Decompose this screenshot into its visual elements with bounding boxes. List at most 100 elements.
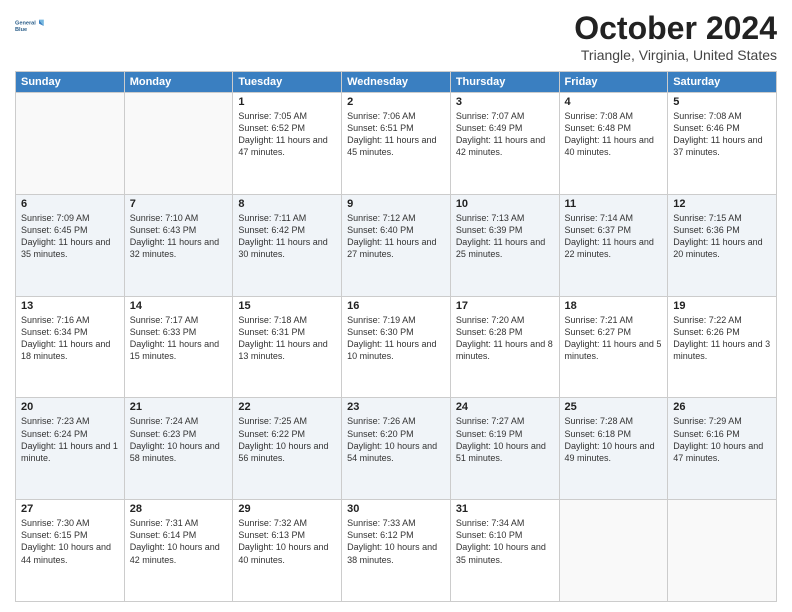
- day-header-sunday: Sunday: [16, 72, 125, 93]
- calendar-cell: [668, 500, 777, 602]
- calendar-cell: 21 Sunrise: 7:24 AM Sunset: 6:23 PM Dayli…: [124, 398, 233, 500]
- calendar-cell: 30 Sunrise: 7:33 AM Sunset: 6:12 PM Dayli…: [342, 500, 451, 602]
- day-number: 8: [238, 198, 336, 210]
- cell-content: Sunrise: 7:06 AM Sunset: 6:51 PM Dayligh…: [347, 110, 445, 159]
- day-header-wednesday: Wednesday: [342, 72, 451, 93]
- day-number: 27: [21, 503, 119, 515]
- logo-icon: GeneralBlue: [15, 10, 47, 42]
- day-number: 16: [347, 300, 445, 312]
- week-row-1: 1 Sunrise: 7:05 AM Sunset: 6:52 PM Daylig…: [16, 93, 777, 195]
- cell-content: Sunrise: 7:21 AM Sunset: 6:27 PM Dayligh…: [565, 314, 663, 363]
- cell-content: Sunrise: 7:05 AM Sunset: 6:52 PM Dayligh…: [238, 110, 336, 159]
- day-number: 4: [565, 96, 663, 108]
- logo: GeneralBlue: [15, 10, 47, 42]
- cell-content: Sunrise: 7:15 AM Sunset: 6:36 PM Dayligh…: [673, 212, 771, 261]
- calendar-cell: 27 Sunrise: 7:30 AM Sunset: 6:15 PM Dayli…: [16, 500, 125, 602]
- calendar-cell: 9Sunrise: 7:12 AM Sunset: 6:40 PM Daylig…: [342, 194, 451, 296]
- svg-text:General: General: [15, 20, 36, 26]
- day-number: 5: [673, 96, 771, 108]
- day-number: 9: [347, 198, 445, 210]
- cell-content: Sunrise: 7:07 AM Sunset: 6:49 PM Dayligh…: [456, 110, 554, 159]
- cell-content: Sunrise: 7:24 AM Sunset: 6:23 PM Dayligh…: [130, 415, 228, 464]
- calendar-cell: 8 Sunrise: 7:11 AM Sunset: 6:42 PM Daylig…: [233, 194, 342, 296]
- calendar-cell: 7Sunrise: 7:10 AM Sunset: 6:43 PM Daylig…: [124, 194, 233, 296]
- calendar-cell: 26Sunrise: 7:29 AM Sunset: 6:16 PM Dayli…: [668, 398, 777, 500]
- cell-content: Sunrise: 7:27 AM Sunset: 6:19 PM Dayligh…: [456, 415, 554, 464]
- day-number: 24: [456, 401, 554, 413]
- cell-content: Sunrise: 7:13 AM Sunset: 6:39 PM Dayligh…: [456, 212, 554, 261]
- day-number: 18: [565, 300, 663, 312]
- cell-content: Sunrise: 7:32 AM Sunset: 6:13 PM Dayligh…: [238, 517, 336, 566]
- title-block: October 2024 Triangle, Virginia, United …: [574, 10, 777, 63]
- week-row-3: 13Sunrise: 7:16 AM Sunset: 6:34 PM Dayli…: [16, 296, 777, 398]
- day-number: 21: [130, 401, 228, 413]
- cell-content: Sunrise: 7:10 AM Sunset: 6:43 PM Dayligh…: [130, 212, 228, 261]
- calendar-cell: 1 Sunrise: 7:05 AM Sunset: 6:52 PM Daylig…: [233, 93, 342, 195]
- day-number: 15: [238, 300, 336, 312]
- cell-content: Sunrise: 7:14 AM Sunset: 6:37 PM Dayligh…: [565, 212, 663, 261]
- calendar-cell: 20 Sunrise: 7:23 AM Sunset: 6:24 PM Dayli…: [16, 398, 125, 500]
- calendar-cell: 24 Sunrise: 7:27 AM Sunset: 6:19 PM Dayli…: [450, 398, 559, 500]
- calendar-cell: 16 Sunrise: 7:19 AM Sunset: 6:30 PM Dayli…: [342, 296, 451, 398]
- day-number: 6: [21, 198, 119, 210]
- month-title: October 2024: [574, 10, 777, 47]
- cell-content: Sunrise: 7:11 AM Sunset: 6:42 PM Dayligh…: [238, 212, 336, 261]
- day-header-tuesday: Tuesday: [233, 72, 342, 93]
- calendar-cell: 31 Sunrise: 7:34 AM Sunset: 6:10 PM Dayli…: [450, 500, 559, 602]
- cell-content: Sunrise: 7:29 AM Sunset: 6:16 PM Dayligh…: [673, 415, 771, 464]
- calendar-cell: 12 Sunrise: 7:15 AM Sunset: 6:36 PM Dayli…: [668, 194, 777, 296]
- calendar-cell: 25 Sunrise: 7:28 AM Sunset: 6:18 PM Dayli…: [559, 398, 668, 500]
- day-header-monday: Monday: [124, 72, 233, 93]
- calendar-cell: 13Sunrise: 7:16 AM Sunset: 6:34 PM Dayli…: [16, 296, 125, 398]
- day-number: 10: [456, 198, 554, 210]
- cell-content: Sunrise: 7:19 AM Sunset: 6:30 PM Dayligh…: [347, 314, 445, 363]
- day-number: 25: [565, 401, 663, 413]
- calendar-cell: [559, 500, 668, 602]
- calendar-cell: 5 Sunrise: 7:08 AM Sunset: 6:46 PM Daylig…: [668, 93, 777, 195]
- cell-content: Sunrise: 7:08 AM Sunset: 6:46 PM Dayligh…: [673, 110, 771, 159]
- cell-content: Sunrise: 7:34 AM Sunset: 6:10 PM Dayligh…: [456, 517, 554, 566]
- day-number: 29: [238, 503, 336, 515]
- cell-content: Sunrise: 7:33 AM Sunset: 6:12 PM Dayligh…: [347, 517, 445, 566]
- header: GeneralBlue October 2024 Triangle, Virgi…: [15, 10, 777, 63]
- location-title: Triangle, Virginia, United States: [574, 47, 777, 63]
- cell-content: Sunrise: 7:08 AM Sunset: 6:48 PM Dayligh…: [565, 110, 663, 159]
- cell-content: Sunrise: 7:17 AM Sunset: 6:33 PM Dayligh…: [130, 314, 228, 363]
- day-number: 12: [673, 198, 771, 210]
- calendar-cell: 22Sunrise: 7:25 AM Sunset: 6:22 PM Dayli…: [233, 398, 342, 500]
- calendar-cell: 11 Sunrise: 7:14 AM Sunset: 6:37 PM Dayli…: [559, 194, 668, 296]
- day-number: 1: [238, 96, 336, 108]
- cell-content: Sunrise: 7:26 AM Sunset: 6:20 PM Dayligh…: [347, 415, 445, 464]
- day-number: 22: [238, 401, 336, 413]
- cell-content: Sunrise: 7:30 AM Sunset: 6:15 PM Dayligh…: [21, 517, 119, 566]
- day-number: 30: [347, 503, 445, 515]
- cell-content: Sunrise: 7:16 AM Sunset: 6:34 PM Dayligh…: [21, 314, 119, 363]
- cell-content: Sunrise: 7:22 AM Sunset: 6:26 PM Dayligh…: [673, 314, 771, 363]
- calendar-cell: 3 Sunrise: 7:07 AM Sunset: 6:49 PM Daylig…: [450, 93, 559, 195]
- day-number: 28: [130, 503, 228, 515]
- day-number: 17: [456, 300, 554, 312]
- cell-content: Sunrise: 7:23 AM Sunset: 6:24 PM Dayligh…: [21, 415, 119, 464]
- calendar-cell: 23 Sunrise: 7:26 AM Sunset: 6:20 PM Dayli…: [342, 398, 451, 500]
- calendar-cell: 29 Sunrise: 7:32 AM Sunset: 6:13 PM Dayli…: [233, 500, 342, 602]
- page: GeneralBlue October 2024 Triangle, Virgi…: [0, 0, 792, 612]
- calendar-cell: 14 Sunrise: 7:17 AM Sunset: 6:33 PM Dayli…: [124, 296, 233, 398]
- calendar-cell: 18 Sunrise: 7:21 AM Sunset: 6:27 PM Dayli…: [559, 296, 668, 398]
- day-number: 14: [130, 300, 228, 312]
- week-row-5: 27 Sunrise: 7:30 AM Sunset: 6:15 PM Dayli…: [16, 500, 777, 602]
- day-number: 11: [565, 198, 663, 210]
- day-header-friday: Friday: [559, 72, 668, 93]
- day-number: 19: [673, 300, 771, 312]
- cell-content: Sunrise: 7:18 AM Sunset: 6:31 PM Dayligh…: [238, 314, 336, 363]
- day-number: 20: [21, 401, 119, 413]
- day-number: 23: [347, 401, 445, 413]
- calendar-cell: 15 Sunrise: 7:18 AM Sunset: 6:31 PM Dayli…: [233, 296, 342, 398]
- cell-content: Sunrise: 7:31 AM Sunset: 6:14 PM Dayligh…: [130, 517, 228, 566]
- cell-content: Sunrise: 7:28 AM Sunset: 6:18 PM Dayligh…: [565, 415, 663, 464]
- calendar: SundayMondayTuesdayWednesdayThursdayFrid…: [15, 71, 777, 602]
- calendar-cell: 28 Sunrise: 7:31 AM Sunset: 6:14 PM Dayli…: [124, 500, 233, 602]
- day-header-saturday: Saturday: [668, 72, 777, 93]
- day-number: 3: [456, 96, 554, 108]
- calendar-header-row: SundayMondayTuesdayWednesdayThursdayFrid…: [16, 72, 777, 93]
- day-number: 31: [456, 503, 554, 515]
